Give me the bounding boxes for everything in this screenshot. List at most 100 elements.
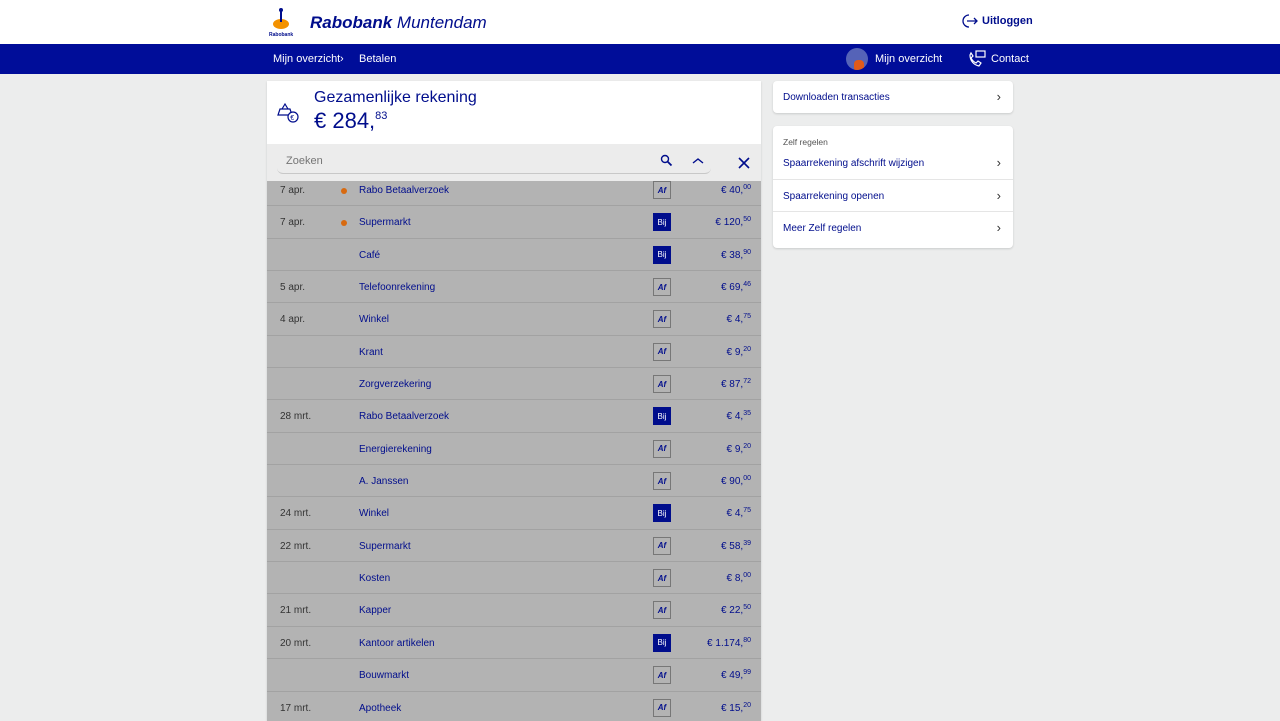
- transaction-amount: € 9,20: [727, 347, 751, 358]
- amount-cents: 72: [743, 378, 751, 385]
- amount-cents: 39: [743, 540, 751, 547]
- transaction-type-badge: Af: [653, 666, 671, 684]
- chevron-right-icon: ›: [997, 89, 1001, 104]
- amount-cents: 50: [743, 216, 751, 223]
- transaction-row[interactable]: 17 mrt.ApotheekAf€ 15,20: [267, 692, 761, 721]
- close-icon[interactable]: [738, 157, 750, 169]
- zelf-regelen-label: Spaarrekening openen: [783, 191, 884, 202]
- brand-bold: Rabobank: [310, 13, 392, 32]
- transaction-row[interactable]: KostenAf€ 8,00: [267, 562, 761, 594]
- zelf-regelen-link[interactable]: Spaarrekening afschrift wijzigen›: [773, 147, 1013, 180]
- transaction-row[interactable]: 21 mrt.KapperAf€ 22,50: [267, 594, 761, 626]
- amount-main: € 9,: [727, 444, 744, 455]
- navbar: Mijn overzicht › Betalen Mijn overzicht …: [0, 44, 1280, 74]
- transaction-type-badge: Af: [653, 310, 671, 328]
- transaction-row[interactable]: EnergierekeningAf€ 9,20: [267, 433, 761, 465]
- amount-cents: 00: [743, 475, 751, 482]
- transaction-date: 21 mrt.: [280, 605, 311, 616]
- amount-cents: 80: [743, 637, 751, 644]
- transaction-amount: € 9,20: [727, 444, 751, 455]
- transaction-row[interactable]: ZorgverzekeringAf€ 87,72: [267, 368, 761, 400]
- zelf-regelen-label: Meer Zelf regelen: [783, 223, 861, 234]
- amount-main: € 58,: [721, 541, 743, 552]
- chevron-right-icon: ›: [997, 155, 1001, 170]
- transaction-row[interactable]: 7 apr.Rabo BetaalverzoekAf€ 40,00: [267, 181, 761, 206]
- transaction-type-badge: Af: [653, 375, 671, 393]
- svg-text:€: €: [290, 115, 294, 122]
- download-transactions-link[interactable]: Downloaden transacties›: [773, 81, 1013, 114]
- transaction-date: 28 mrt.: [280, 411, 311, 422]
- amount-cents: 20: [743, 702, 751, 709]
- contact-phone-icon: [967, 50, 987, 68]
- breadcrumb-mijn-overzicht[interactable]: Mijn overzicht: [273, 53, 340, 65]
- brand-branch: Muntendam: [397, 13, 487, 32]
- transaction-type-badge: Af: [653, 181, 671, 199]
- transaction-amount: € 49,99: [721, 670, 751, 681]
- transaction-type-badge: Af: [653, 278, 671, 296]
- transaction-date: 17 mrt.: [280, 703, 311, 714]
- transaction-type-badge: Bij: [653, 634, 671, 652]
- amount-main: € 4,: [727, 314, 744, 325]
- zelf-regelen-link[interactable]: Spaarrekening openen ›: [773, 180, 1013, 213]
- transaction-row[interactable]: 28 mrt.Rabo BetaalverzoekBij€ 4,35: [267, 400, 761, 432]
- transaction-type-badge: Af: [653, 699, 671, 717]
- unread-dot-icon: [341, 188, 347, 194]
- transaction-type-badge: Bij: [653, 407, 671, 425]
- transaction-row[interactable]: BouwmarktAf€ 49,99: [267, 659, 761, 691]
- transaction-date: 4 apr.: [280, 314, 305, 325]
- transaction-amount: € 90,00: [721, 476, 751, 487]
- amount-main: € 40,: [721, 185, 743, 196]
- transaction-row[interactable]: KrantAf€ 9,20: [267, 336, 761, 368]
- amount-main: € 9,: [727, 347, 744, 358]
- header: Rabobank Rabobank Muntendam Uitloggen: [0, 0, 1280, 44]
- amount-cents: 50: [743, 604, 751, 611]
- mijn-overzicht-link[interactable]: Mijn overzicht: [875, 53, 942, 65]
- amount-main: € 15,: [721, 703, 743, 714]
- zelf-regelen-title: Zelf regelen: [773, 126, 1013, 147]
- logout-button[interactable]: Uitloggen: [962, 14, 1033, 28]
- amount-main: € 4,: [727, 411, 744, 422]
- transaction-type-badge: Af: [653, 472, 671, 490]
- transaction-amount: € 69,46: [721, 282, 751, 293]
- breadcrumb-betalen[interactable]: Betalen: [359, 53, 396, 65]
- transaction-row[interactable]: 5 apr.TelefoonrekeningAf€ 69,46: [267, 271, 761, 303]
- transaction-row[interactable]: 22 mrt.SupermarktAf€ 58,39: [267, 530, 761, 562]
- search-input[interactable]: [286, 155, 586, 167]
- chevron-right-icon: ›: [997, 188, 1001, 203]
- balance-main: € 284,: [314, 108, 375, 133]
- transaction-row[interactable]: 20 mrt.Kantoor artikelenBij€ 1.174,80: [267, 627, 761, 659]
- zelf-regelen-card: Zelf regelen Spaarrekening afschrift wij…: [773, 126, 1013, 248]
- search-icon[interactable]: [660, 154, 673, 167]
- amount-main: € 69,: [721, 282, 743, 293]
- transaction-amount: € 8,00: [727, 573, 751, 584]
- transaction-type-badge: Bij: [653, 213, 671, 231]
- transaction-amount: € 87,72: [721, 379, 751, 390]
- joint-account-icon: €: [276, 101, 302, 130]
- logout-label: Uitloggen: [982, 15, 1033, 27]
- transaction-description: Rabo Betaalverzoek: [359, 185, 449, 196]
- search-field: [277, 150, 711, 174]
- transaction-description: Supermarkt: [359, 217, 411, 228]
- amount-cents: 20: [743, 346, 751, 353]
- transaction-row[interactable]: 24 mrt.WinkelBij€ 4,75: [267, 497, 761, 529]
- transaction-type-badge: Af: [653, 343, 671, 361]
- transaction-type-badge: Af: [653, 440, 671, 458]
- transaction-list[interactable]: 7 apr.Rabo BetaalverzoekAf€ 40,007 apr.S…: [267, 181, 761, 721]
- transaction-row[interactable]: 4 apr.WinkelAf€ 4,75: [267, 303, 761, 335]
- transaction-amount: € 38,90: [721, 250, 751, 261]
- zelf-regelen-link[interactable]: Meer Zelf regelen ›: [773, 212, 1013, 245]
- unread-dot-icon: [341, 220, 347, 226]
- chevron-up-icon[interactable]: [691, 156, 705, 166]
- logout-icon: [962, 14, 978, 28]
- avatar[interactable]: [846, 48, 868, 70]
- chevron-right-icon: ›: [997, 220, 1001, 235]
- download-card: Downloaden transacties›: [773, 81, 1013, 113]
- amount-main: € 38,: [721, 250, 743, 261]
- contact-link[interactable]: Contact: [991, 53, 1029, 65]
- transaction-row[interactable]: CaféBij€ 38,90: [267, 239, 761, 271]
- amount-cents: 00: [743, 184, 751, 191]
- account-balance: € 284,83: [314, 108, 387, 134]
- transaction-row[interactable]: A. JanssenAf€ 90,00: [267, 465, 761, 497]
- transaction-row[interactable]: 7 apr.SupermarktBij€ 120,50: [267, 206, 761, 238]
- rabobank-logo[interactable]: Rabobank: [268, 6, 296, 38]
